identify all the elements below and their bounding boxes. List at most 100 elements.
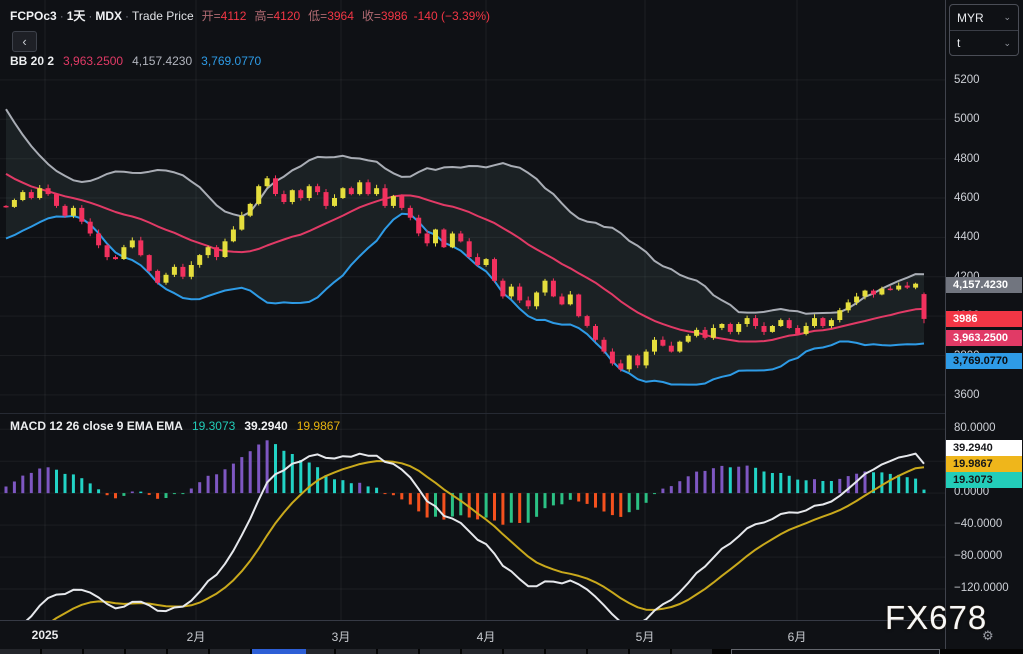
candle-body[interactable] xyxy=(290,190,295,202)
candle-body[interactable] xyxy=(113,257,118,259)
candle-body[interactable] xyxy=(568,295,573,305)
candle-body[interactable] xyxy=(197,255,202,265)
candle-body[interactable] xyxy=(618,363,623,369)
candle-body[interactable] xyxy=(593,326,598,340)
candle-body[interactable] xyxy=(820,318,825,326)
candle-body[interactable] xyxy=(231,230,236,242)
candle-body[interactable] xyxy=(896,286,901,290)
collapse-back-button[interactable]: ‹ xyxy=(12,31,37,52)
candle-body[interactable] xyxy=(559,297,564,305)
macd-pane[interactable] xyxy=(0,413,945,620)
candle-body[interactable] xyxy=(804,326,809,334)
candle-body[interactable] xyxy=(863,291,868,297)
candle-body[interactable] xyxy=(602,340,607,352)
candle-body[interactable] xyxy=(745,318,750,324)
candle-body[interactable] xyxy=(155,271,160,283)
candle-body[interactable] xyxy=(248,204,253,216)
candle-body[interactable] xyxy=(576,295,581,317)
candle-body[interactable] xyxy=(467,241,472,257)
candle-body[interactable] xyxy=(425,234,430,244)
candle-body[interactable] xyxy=(164,275,169,283)
candle-body[interactable] xyxy=(441,230,446,248)
candle-body[interactable] xyxy=(105,245,110,257)
candle-body[interactable] xyxy=(180,267,185,277)
candle-body[interactable] xyxy=(728,324,733,332)
candle-body[interactable] xyxy=(736,324,741,332)
candle-body[interactable] xyxy=(298,190,303,198)
candle-body[interactable] xyxy=(610,352,615,364)
candle-body[interactable] xyxy=(273,178,278,194)
candle-body[interactable] xyxy=(517,287,522,301)
candle-body[interactable] xyxy=(63,206,68,216)
candle-body[interactable] xyxy=(458,234,463,242)
candle-body[interactable] xyxy=(475,257,480,265)
candle-body[interactable] xyxy=(383,188,388,206)
candle-body[interactable] xyxy=(71,208,76,216)
bollinger-legend[interactable]: BB 20 23,963.25004,157.42303,769.0770 xyxy=(10,54,261,68)
interval-label[interactable]: 1天 xyxy=(67,9,86,23)
candle-body[interactable] xyxy=(391,196,396,206)
candle-body[interactable] xyxy=(543,281,548,293)
candle-body[interactable] xyxy=(408,208,413,218)
candle-body[interactable] xyxy=(526,300,531,306)
candle-body[interactable] xyxy=(324,192,329,206)
candle-body[interactable] xyxy=(677,342,682,352)
candle-body[interactable] xyxy=(349,188,354,194)
time-axis[interactable]: 20252月3月4月5月6月 xyxy=(0,620,945,649)
candle-body[interactable] xyxy=(913,284,918,288)
candle-body[interactable] xyxy=(366,182,371,194)
candle-body[interactable] xyxy=(121,247,126,259)
candle-body[interactable] xyxy=(492,259,497,281)
candle-body[interactable] xyxy=(357,182,362,194)
candle-body[interactable] xyxy=(652,340,657,352)
candle-body[interactable] xyxy=(509,287,514,297)
candle-body[interactable] xyxy=(500,281,505,297)
macd-legend[interactable]: MACD 12 26 close 9 EMA EMA19.307339.2940… xyxy=(10,419,340,433)
candle-body[interactable] xyxy=(686,336,691,342)
candle-body[interactable] xyxy=(635,356,640,366)
candle-body[interactable] xyxy=(534,293,539,307)
candle-body[interactable] xyxy=(703,330,708,338)
candle-body[interactable] xyxy=(778,320,783,326)
candle-body[interactable] xyxy=(660,340,665,346)
candle-body[interactable] xyxy=(669,346,674,352)
candle-body[interactable] xyxy=(88,222,93,234)
candle-body[interactable] xyxy=(37,188,42,198)
candle-body[interactable] xyxy=(922,294,927,319)
candle-body[interactable] xyxy=(214,247,219,257)
candle-body[interactable] xyxy=(4,206,9,208)
price-axis[interactable]: MYR ⌄ t ⌄ 520050004800460044004200400038… xyxy=(945,0,1023,649)
candle-body[interactable] xyxy=(787,320,792,328)
candle-body[interactable] xyxy=(189,265,194,277)
candle-body[interactable] xyxy=(239,216,244,230)
candle-body[interactable] xyxy=(837,310,842,320)
candle-body[interactable] xyxy=(29,192,34,198)
candle-body[interactable] xyxy=(450,234,455,248)
candle-body[interactable] xyxy=(871,291,876,295)
candle-body[interactable] xyxy=(138,240,143,255)
unit-dropdown[interactable]: t ⌄ xyxy=(950,30,1018,55)
candle-body[interactable] xyxy=(46,188,51,194)
candle-body[interactable] xyxy=(694,330,699,336)
candle-body[interactable] xyxy=(719,324,724,328)
candle-body[interactable] xyxy=(795,328,800,334)
candle-body[interactable] xyxy=(905,286,910,288)
candle-body[interactable] xyxy=(147,255,152,271)
candle-body[interactable] xyxy=(627,356,632,370)
candle-body[interactable] xyxy=(281,194,286,202)
candle-body[interactable] xyxy=(711,328,716,338)
candle-body[interactable] xyxy=(433,230,438,244)
symbol-name[interactable]: FCPOc3 xyxy=(10,9,57,23)
candle-body[interactable] xyxy=(340,188,345,198)
candle-body[interactable] xyxy=(130,240,135,247)
candle-body[interactable] xyxy=(846,302,851,310)
candle-body[interactable] xyxy=(20,192,25,200)
candle-body[interactable] xyxy=(812,318,817,326)
candle-body[interactable] xyxy=(12,200,17,207)
candle-body[interactable] xyxy=(332,198,337,206)
candle-body[interactable] xyxy=(762,326,767,332)
candle-body[interactable] xyxy=(256,186,261,204)
candle-body[interactable] xyxy=(854,297,859,303)
candle-body[interactable] xyxy=(829,320,834,326)
candle-body[interactable] xyxy=(79,208,84,222)
